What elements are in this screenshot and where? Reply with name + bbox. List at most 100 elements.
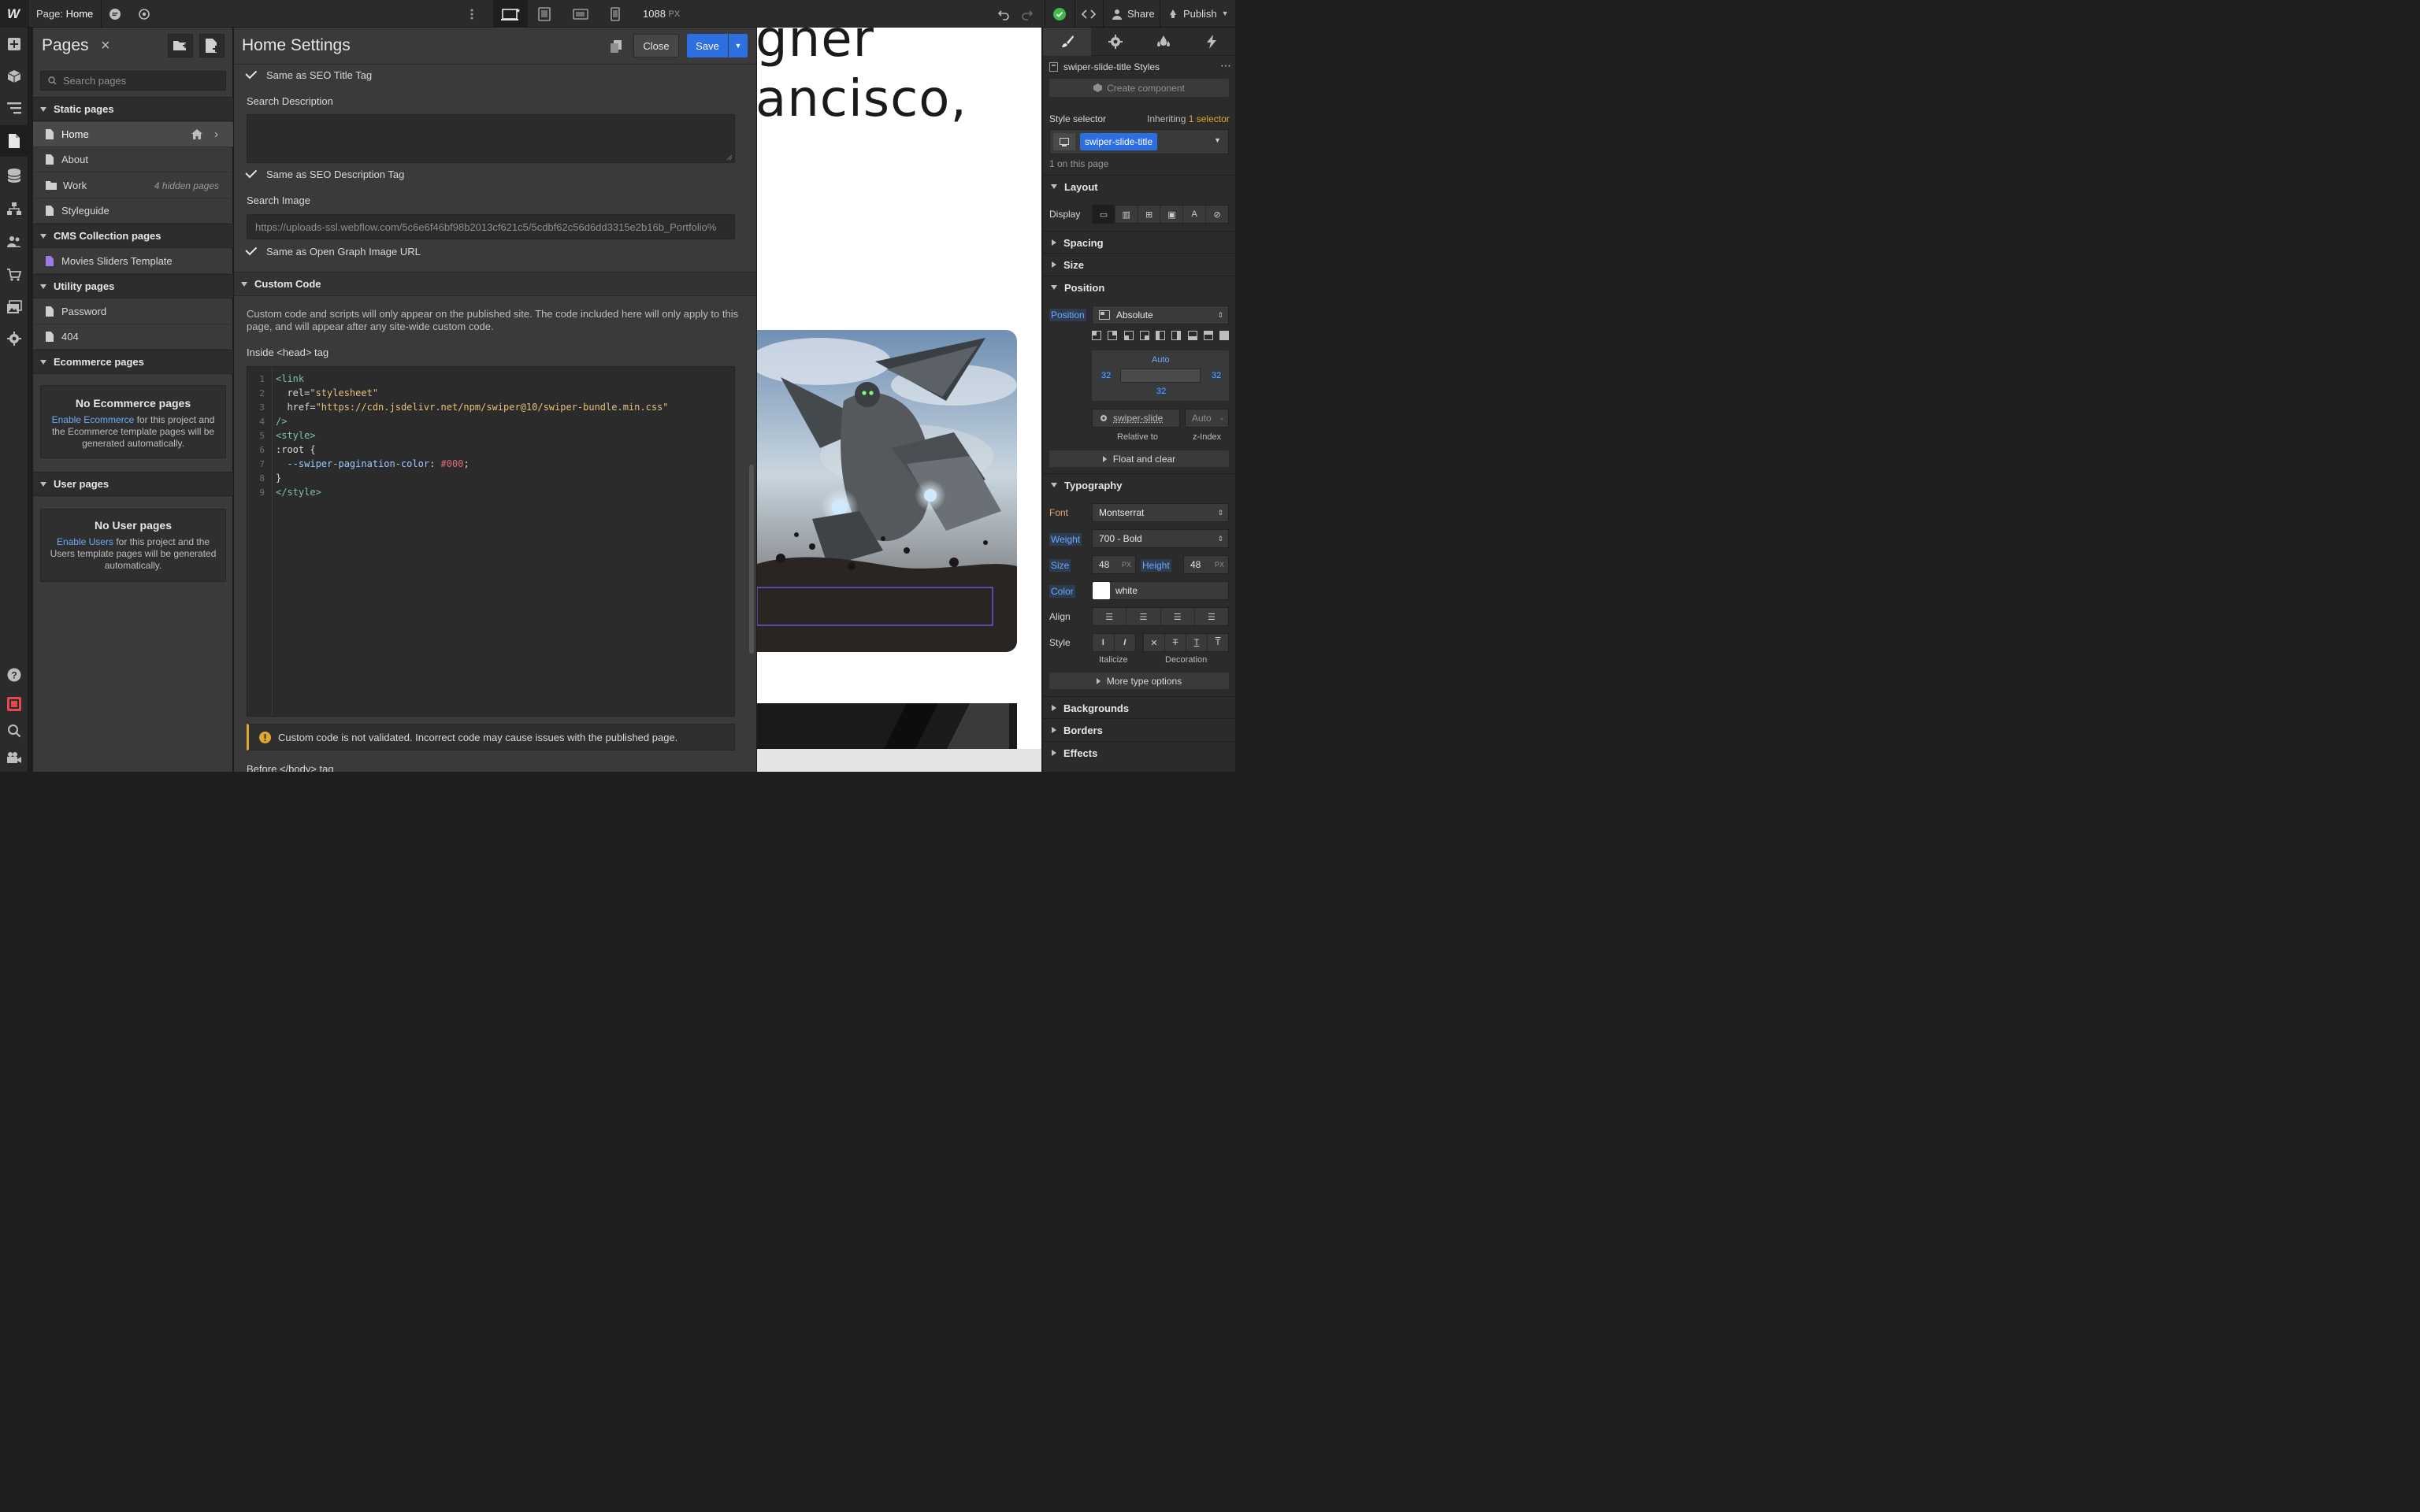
size-section-header[interactable]: Size <box>1043 253 1236 276</box>
redo-icon[interactable] <box>1021 0 1034 28</box>
align-justify-icon[interactable]: ☰ <box>1195 608 1228 625</box>
more-type-options-toggle[interactable]: More type options <box>1049 673 1229 689</box>
color-swatch[interactable] <box>1093 582 1110 599</box>
ecommerce-cart-icon[interactable] <box>5 265 24 284</box>
top-offset[interactable]: Auto <box>1152 355 1170 365</box>
save-options-chevron-icon[interactable]: ▼ <box>729 34 748 57</box>
swiper-slide-image[interactable] <box>757 330 1017 652</box>
strikethrough-icon[interactable]: T <box>1165 634 1186 651</box>
record-video-icon[interactable] <box>5 695 24 713</box>
align-center-icon[interactable]: ☰ <box>1126 608 1161 625</box>
symbols-cube-icon[interactable] <box>5 67 24 86</box>
selector-state-icon[interactable] <box>1053 133 1075 150</box>
style-selector-field[interactable]: swiper-slide-title ▼ <box>1049 129 1229 154</box>
mobile-landscape-icon[interactable] <box>573 0 588 28</box>
position-section-header[interactable]: Position <box>1043 276 1236 298</box>
preset-full-icon[interactable] <box>1219 331 1229 340</box>
italic-on-icon[interactable]: I <box>1115 634 1136 651</box>
enable-users-link[interactable]: Enable Users <box>57 536 113 547</box>
hero-heading-line-2[interactable]: ancisco, <box>757 70 967 128</box>
hero-heading-line-1[interactable]: gner <box>757 28 874 69</box>
preset-right-icon[interactable] <box>1171 331 1182 340</box>
same-seo-title-checkbox[interactable] <box>247 69 259 81</box>
desktop-breakpoint-icon[interactable]: ★ <box>493 0 528 28</box>
bottom-offset[interactable]: 32 <box>1155 387 1168 396</box>
page-selector[interactable]: Page: Home <box>36 0 93 28</box>
duplicate-page-icon[interactable] <box>611 40 622 55</box>
page-row-movies-template[interactable]: Movies Sliders Template <box>33 249 233 274</box>
page-row-password[interactable]: Password <box>33 299 233 324</box>
search-pages-field[interactable]: Search pages <box>40 71 226 91</box>
pages-icon[interactable] <box>5 132 24 150</box>
assets-images-icon[interactable] <box>5 298 24 317</box>
inheriting-count[interactable]: 1 selector <box>1189 113 1230 124</box>
settings-scrollbar[interactable] <box>749 465 754 654</box>
next-slide-block[interactable] <box>757 703 1017 750</box>
head-code-editor[interactable]: 1 2 3 4 5 6 7 8 9 <link rel="stylesheet"… <box>247 366 735 717</box>
code-export-icon[interactable] <box>1082 0 1096 28</box>
logic-flow-icon[interactable] <box>5 199 24 218</box>
folder-row-work[interactable]: Work 4 hidden pages <box>33 173 233 198</box>
preset-bottom-icon[interactable] <box>1187 331 1197 340</box>
left-offset[interactable]: 32 <box>1100 371 1113 380</box>
enable-ecommerce-link[interactable]: Enable Ecommerce <box>52 414 135 425</box>
page-row-404[interactable]: 404 <box>33 324 233 350</box>
spacing-section-header[interactable]: Spacing <box>1043 231 1236 254</box>
preset-top-left-icon[interactable] <box>1092 331 1101 340</box>
close-button[interactable]: Close <box>633 34 679 57</box>
preset-left-icon[interactable] <box>1156 331 1165 340</box>
underline-icon[interactable]: T <box>1186 634 1208 651</box>
close-pages-icon[interactable]: × <box>101 38 110 54</box>
typography-section-header[interactable]: Typography <box>1043 473 1236 496</box>
position-select[interactable]: Absolute ⇕ <box>1092 306 1229 324</box>
style-manager-drops-icon[interactable] <box>1139 28 1187 56</box>
weight-select[interactable]: 700 - Bold ⇕ <box>1092 529 1229 548</box>
resize-handle-icon[interactable] <box>726 154 733 161</box>
line-height-field[interactable]: 48 PX <box>1183 555 1229 574</box>
user-pages-section[interactable]: User pages <box>33 472 233 496</box>
utility-pages-section[interactable]: Utility pages <box>33 274 233 298</box>
page-row-home[interactable]: Home › <box>33 122 233 147</box>
preset-top-icon[interactable] <box>1203 331 1213 340</box>
italic-off-icon[interactable]: I <box>1093 634 1115 651</box>
relative-to-field[interactable]: swiper-slide <box>1092 409 1180 428</box>
preset-top-right-icon[interactable] <box>1108 331 1118 340</box>
custom-code-section-header[interactable]: Custom Code <box>234 272 756 296</box>
more-options-icon[interactable]: ⋯ <box>1220 59 1231 72</box>
style-brush-tab-icon[interactable] <box>1043 28 1091 56</box>
undo-icon[interactable] <box>997 0 1010 28</box>
effects-section-header[interactable]: Effects <box>1043 741 1236 764</box>
z-index-field[interactable]: Auto - <box>1185 409 1229 428</box>
static-pages-section[interactable]: Static pages <box>33 97 233 121</box>
selector-dropdown-chevron-icon[interactable]: ▼ <box>1214 136 1221 144</box>
element-settings-gear-icon[interactable] <box>1091 28 1139 56</box>
selector-tag[interactable]: swiper-slide-title <box>1080 133 1158 150</box>
comments-icon[interactable] <box>109 0 121 28</box>
navigator-icon[interactable] <box>5 98 24 117</box>
save-button[interactable]: Save <box>687 34 728 57</box>
more-vertical-icon[interactable] <box>470 0 473 28</box>
ecommerce-pages-section[interactable]: Ecommerce pages <box>33 350 233 374</box>
preset-bottom-left-icon[interactable] <box>1123 331 1134 340</box>
right-offset[interactable]: 32 <box>1210 371 1223 380</box>
borders-section-header[interactable]: Borders <box>1043 718 1236 741</box>
overline-icon[interactable]: T <box>1208 634 1228 651</box>
display-inline-icon[interactable]: A <box>1183 206 1207 223</box>
search-icon[interactable] <box>5 721 24 740</box>
cms-pages-section[interactable]: CMS Collection pages <box>33 224 233 248</box>
same-og-image-checkbox[interactable] <box>247 245 259 258</box>
video-tutorials-icon[interactable] <box>5 748 24 767</box>
font-select[interactable]: Montserrat ⇕ <box>1092 503 1229 522</box>
add-elements-icon[interactable] <box>5 35 24 54</box>
search-image-url-field[interactable]: https://uploads-ssl.webflow.com/5c6e6f46… <box>247 214 735 239</box>
help-icon[interactable]: ? <box>5 665 24 684</box>
new-folder-button[interactable] <box>168 34 193 57</box>
display-block-icon[interactable]: ▭ <box>1093 206 1115 223</box>
align-left-icon[interactable]: ☰ <box>1093 608 1127 625</box>
font-size-field[interactable]: 48 PX <box>1092 555 1136 574</box>
share-button[interactable]: Share <box>1112 0 1155 28</box>
preset-bottom-right-icon[interactable] <box>1139 331 1149 340</box>
backgrounds-section-header[interactable]: Backgrounds <box>1043 696 1236 719</box>
decoration-none-icon[interactable]: ✕ <box>1144 634 1165 651</box>
float-clear-toggle[interactable]: Float and clear <box>1049 450 1229 467</box>
